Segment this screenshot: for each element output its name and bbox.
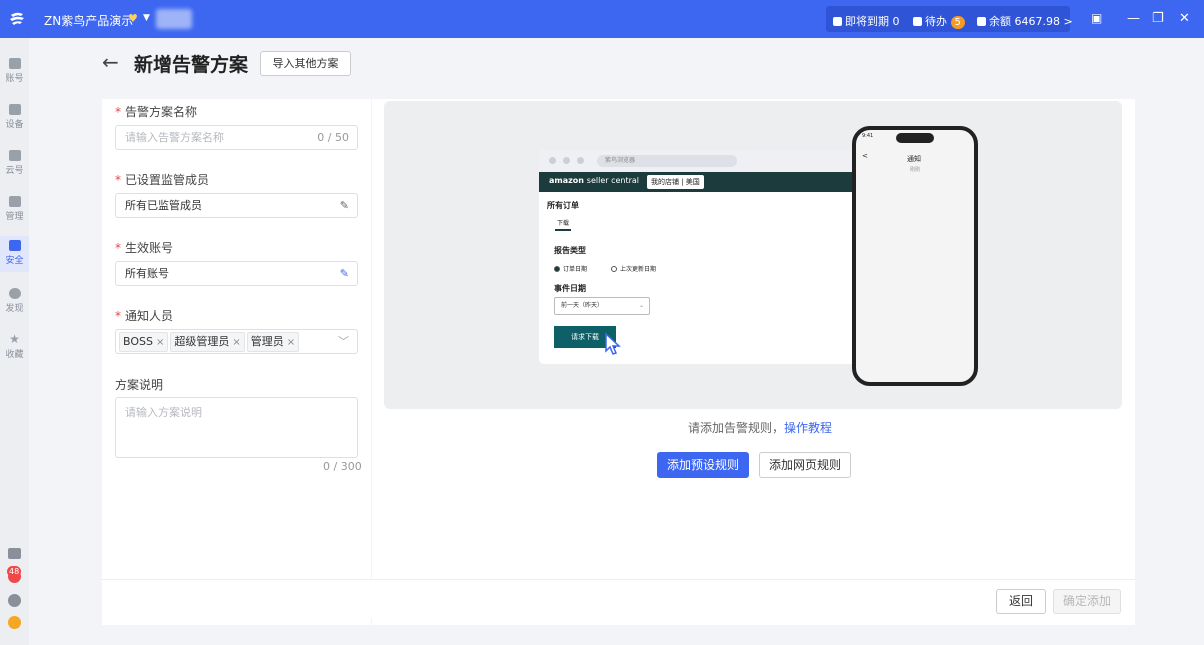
description-counter: 0 / 300 [323, 460, 362, 473]
tag-remove-icon[interactable]: × [287, 337, 295, 348]
back-arrow-icon[interactable]: ← [102, 50, 119, 74]
preview-all-orders: 所有订单 [547, 201, 579, 210]
star-icon: ★ [9, 332, 20, 346]
form-footer: 返回 确定添加 [102, 579, 1135, 618]
status-bar: 即将到期 0 待办 5 余额 6467.98 > [826, 6, 1073, 32]
sidebar-item-cloud[interactable]: 云号 [0, 148, 29, 188]
radio-checked-icon [554, 266, 560, 272]
phone-subtitle: 刚刚 [910, 167, 921, 173]
settings-icon[interactable] [8, 594, 21, 607]
radio-unchecked-icon [611, 266, 617, 272]
shop-selector: 我的店铺 | 美国 [647, 175, 704, 189]
compass-icon [8, 288, 21, 299]
preview-report-type: 报告类型 [554, 246, 586, 255]
preview-tab-download: 下载 [557, 220, 570, 227]
rule-hint: 请添加告警规则，操作教程 [688, 421, 833, 435]
sidebar-item-discover[interactable]: 发现 [0, 286, 29, 326]
description-label: 方案说明 [115, 378, 164, 392]
add-preset-rule-button[interactable]: 添加预设规则 [657, 452, 749, 478]
name-label: * 告警方案名称 [115, 105, 198, 119]
wallet-icon [977, 17, 986, 26]
preview-url: 紫鸟浏览器 [597, 155, 737, 167]
edit-icon[interactable]: ✎ [340, 262, 349, 285]
todo-status[interactable]: 待办 5 [913, 13, 965, 29]
preview-browser-bar: 紫鸟浏览器 [539, 150, 874, 172]
minimize-button[interactable]: — [1127, 11, 1140, 26]
plan-form: * 告警方案名称 请输入告警方案名称 0 / 50 * 已设置监管成员 所有已监管成员… [102, 99, 371, 625]
app-logo-icon [10, 12, 24, 25]
account-field[interactable]: 所有账号 ✎ [115, 261, 358, 286]
calendar-icon [833, 17, 842, 26]
preview-event-date: 事件日期 [554, 284, 586, 293]
account-label: * 生效账号 [115, 241, 174, 255]
seller-central-header: amazon seller central 我的店铺 | 美国 [539, 172, 874, 192]
todo-icon [913, 17, 922, 26]
sidebar-item-security[interactable]: 安全 [0, 236, 29, 272]
notify-tag: 超级管理员 × [170, 332, 245, 352]
rule-preview-illustration: 紫鸟浏览器 amazon seller central 我的店铺 | 美国 所有… [384, 101, 1122, 409]
back-button[interactable]: 返回 [996, 589, 1046, 614]
rules-panel: 紫鸟浏览器 amazon seller central 我的店铺 | 美国 所有… [372, 99, 1135, 625]
sidebar-item-manage[interactable]: 管理 [0, 194, 29, 234]
tag-remove-icon[interactable]: × [232, 337, 240, 348]
todo-count-badge: 5 [950, 16, 965, 29]
import-plan-button[interactable]: 导入其他方案 [260, 51, 351, 76]
seller-central-brand: amazon seller central [549, 176, 640, 185]
notification-count-badge: 48 [7, 566, 22, 577]
tab-underline [555, 229, 571, 231]
close-button[interactable]: ✕ [1179, 11, 1190, 26]
page-title: 新增告警方案 [134, 54, 249, 76]
supervisor-label: * 已设置监管成员 [115, 173, 210, 187]
title-bar: ZN紫鸟产品演示 ♥ ▼ 即将到期 0 待办 5 余额 6467.98 > ▣ … [0, 0, 1204, 38]
vip-heart-icon: ♥ [128, 12, 138, 25]
user-avatar[interactable] [156, 9, 192, 29]
preview-radio-order-date: 订单日期 [554, 264, 587, 273]
org-name[interactable]: ZN紫鸟产品演示 [44, 12, 133, 29]
notify-tag: 管理员 × [246, 332, 300, 352]
notify-select[interactable]: BOSS × 超级管理员 × 管理员 × ﹀ [115, 329, 358, 354]
mouse-cursor-icon [605, 332, 621, 355]
security-icon [8, 240, 21, 251]
preview-date-select: 前一天（昨天） ⌄ [554, 297, 650, 315]
phone-back-icon: < [862, 152, 868, 160]
main-page: ← 新增告警方案 导入其他方案 * 告警方案名称 请输入告警方案名称 0 / 50 … [102, 46, 1135, 625]
name-input[interactable]: 请输入告警方案名称 0 / 50 [115, 125, 358, 150]
chevron-down-icon[interactable]: ﹀ [338, 330, 349, 353]
sidebar: 账号 设备 云号 管理 安全 发现 ★ 收藏 48 [0, 38, 29, 645]
phone-title: 通知 [907, 155, 921, 163]
description-textarea[interactable]: 请输入方案说明 [115, 397, 358, 458]
edit-icon[interactable]: ✎ [340, 194, 349, 217]
tutorial-link[interactable]: 操作教程 [784, 421, 832, 435]
confirm-add-button[interactable]: 确定添加 [1053, 589, 1121, 614]
supervisor-field[interactable]: 所有已监管成员 ✎ [115, 193, 358, 218]
chevron-down-icon: ⌄ [638, 302, 644, 309]
notify-label: * 通知人员 [115, 309, 174, 323]
name-counter: 0 / 50 [317, 131, 349, 144]
signpost-icon[interactable] [8, 548, 21, 559]
phone-time: 9:41 [862, 133, 874, 139]
phone-notch [896, 133, 934, 143]
tag-remove-icon[interactable]: × [156, 337, 164, 348]
add-web-rule-button[interactable]: 添加网页规则 [759, 452, 851, 478]
support-icon[interactable] [8, 616, 21, 629]
sidebar-item-device[interactable]: 设备 [0, 102, 29, 142]
manage-icon [8, 196, 21, 207]
expiring-status[interactable]: 即将到期 0 [833, 13, 900, 29]
notify-tag: BOSS × [119, 332, 169, 352]
account-icon [8, 58, 21, 69]
sidebar-item-favorite[interactable]: ★ 收藏 [0, 332, 29, 372]
preview-phone: 9:41 < 通知 刚刚 [852, 126, 978, 386]
cloud-icon [8, 150, 21, 161]
sidebar-item-account[interactable]: 账号 [0, 56, 29, 96]
preview-browser: 紫鸟浏览器 amazon seller central 我的店铺 | 美国 所有… [539, 150, 874, 364]
window-dot-icon [549, 157, 556, 164]
device-icon [8, 104, 21, 115]
preview-radio-update-date: 上次更新日期 [611, 264, 656, 273]
balance-status[interactable]: 余额 6467.98 > [977, 13, 1073, 29]
org-dropdown-icon[interactable]: ▼ [143, 13, 150, 23]
window-dot-icon [577, 157, 584, 164]
window-dot-icon [563, 157, 570, 164]
restore-button[interactable]: ❐ [1152, 11, 1164, 26]
notification-window-icon[interactable]: ▣ [1091, 11, 1102, 25]
